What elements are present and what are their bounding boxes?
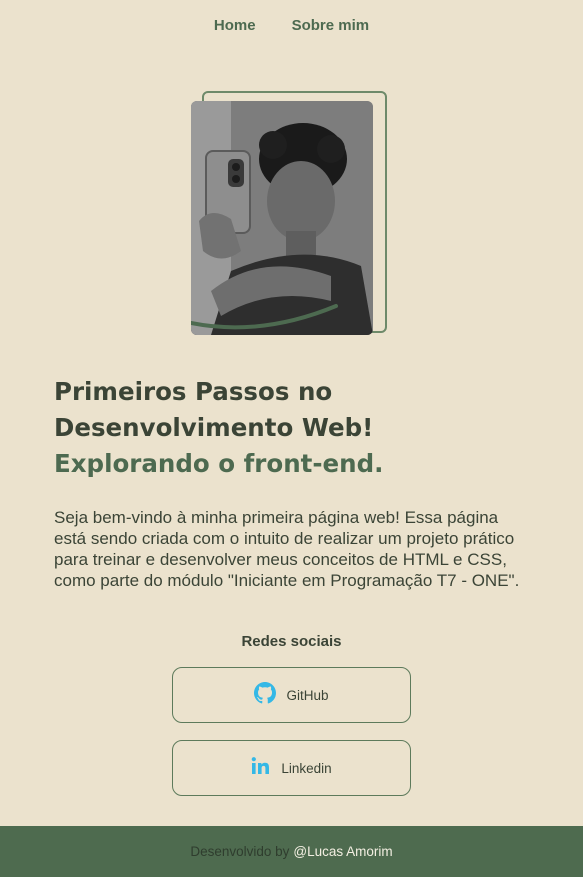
- hero-title-accent: Explorando o front-end.: [54, 449, 384, 478]
- profile-photo: [191, 101, 373, 335]
- linkedin-icon: [251, 756, 271, 780]
- social-title: Redes sociais: [241, 633, 342, 650]
- footer-prefix: Desenvolvido by: [190, 844, 290, 859]
- profile-photo-container: [191, 91, 387, 335]
- hero-title: Primeiros Passos no Desenvolvimento Web!…: [54, 374, 534, 482]
- linkedin-label: Linkedin: [281, 760, 332, 776]
- github-icon: [254, 682, 277, 708]
- nav-home-link[interactable]: Home: [214, 17, 256, 34]
- footer: Desenvolvido by @Lucas Amorim: [0, 826, 583, 877]
- intro-paragraph: Seja bem-vindo à minha primeira página w…: [54, 508, 520, 590]
- github-button[interactable]: GitHub: [172, 667, 411, 723]
- hero-title-main: Primeiros Passos no Desenvolvimento Web!: [54, 377, 374, 442]
- nav-about-link[interactable]: Sobre mim: [292, 17, 370, 34]
- linkedin-button[interactable]: Linkedin: [172, 740, 411, 796]
- github-label: GitHub: [286, 687, 329, 703]
- top-nav: Home Sobre mim: [0, 17, 583, 34]
- footer-author-link[interactable]: @Lucas Amorim: [293, 844, 392, 859]
